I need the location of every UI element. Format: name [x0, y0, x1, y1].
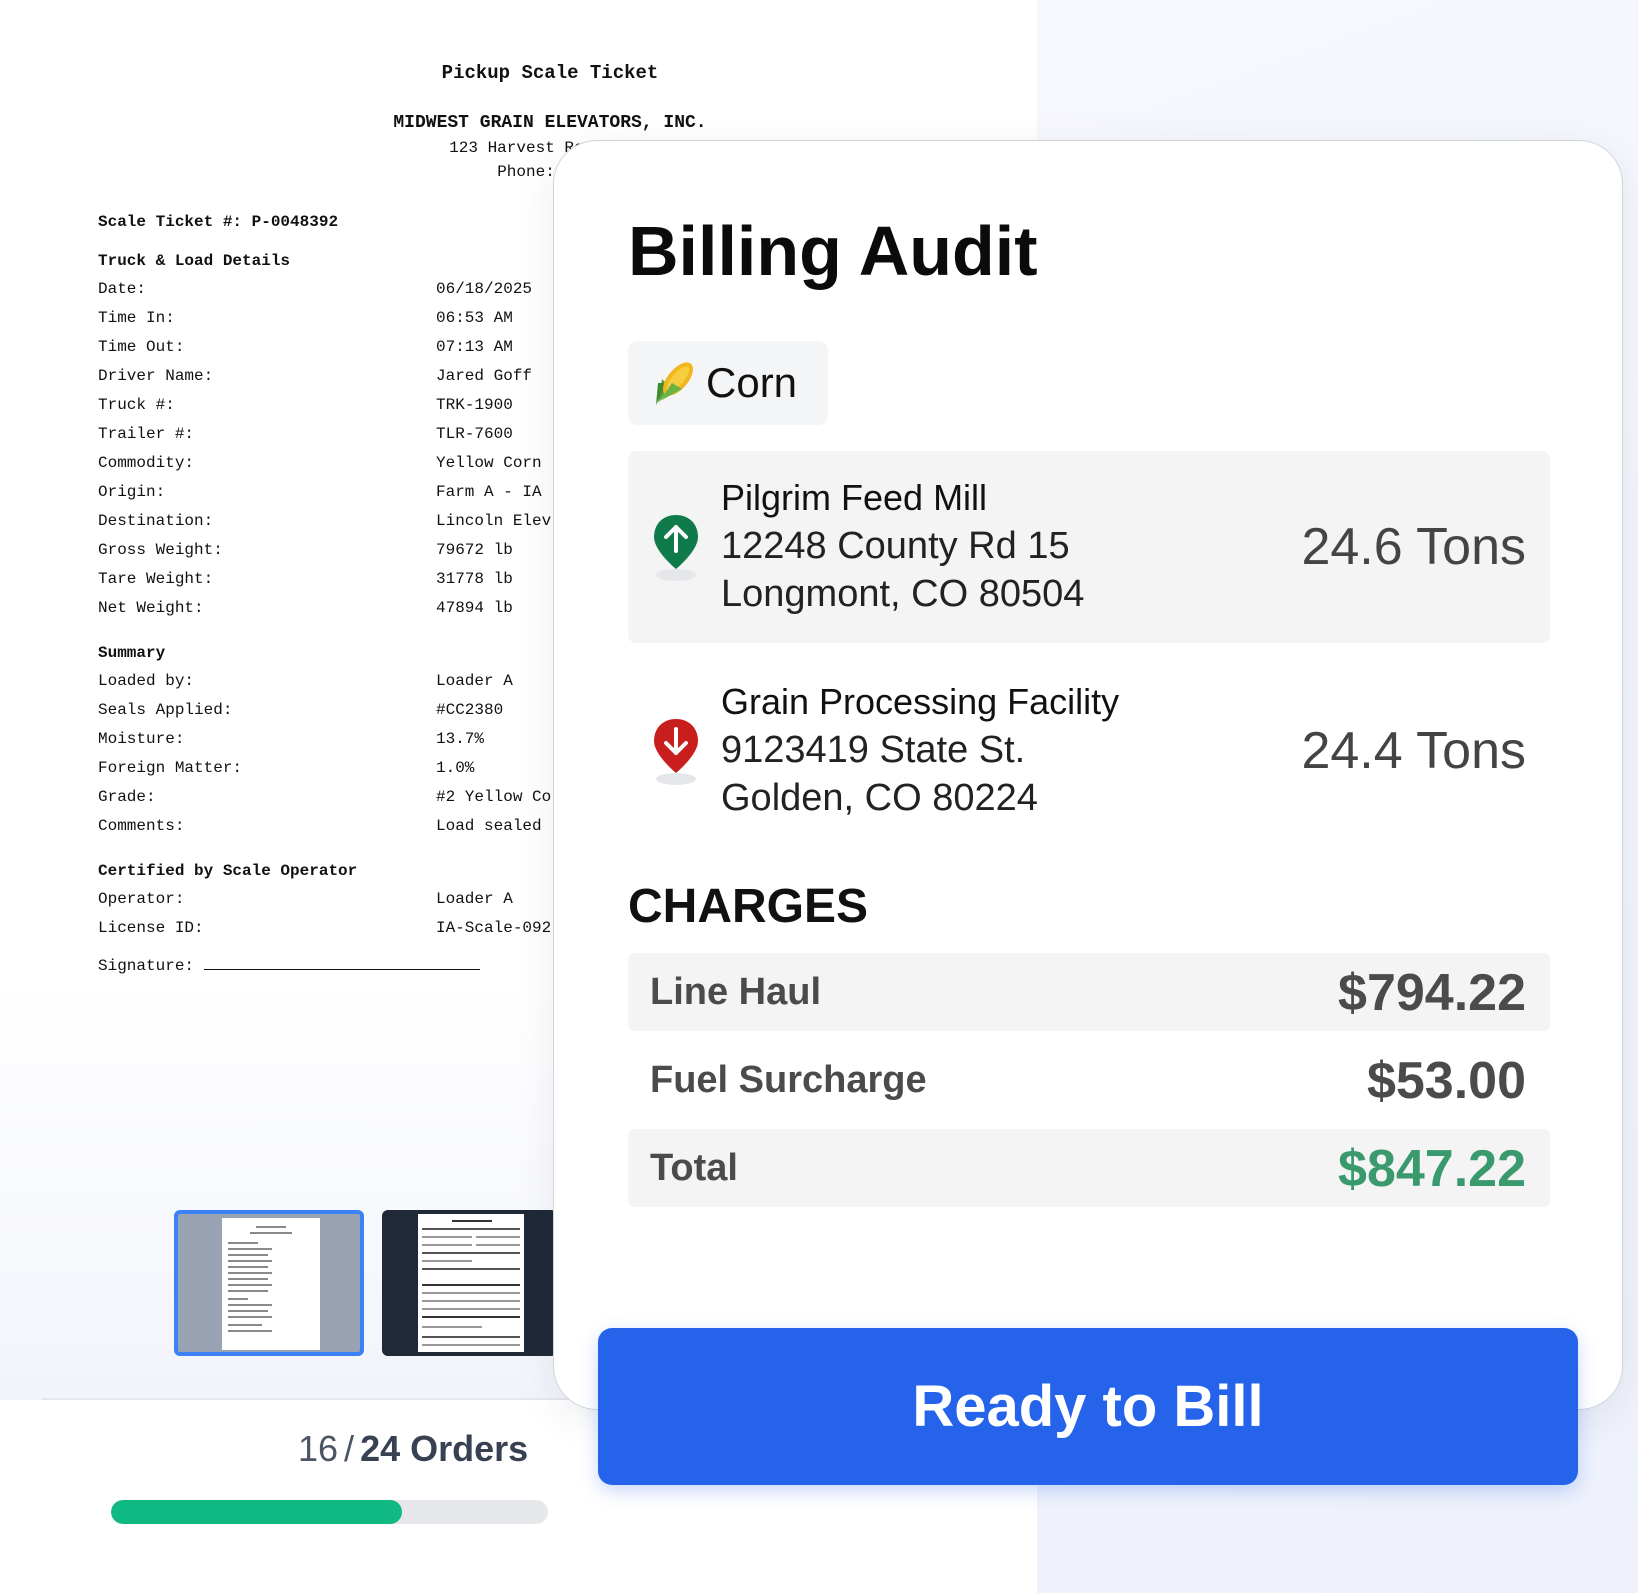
ticket-row: Comments: Load sealed	[98, 817, 542, 835]
corn-icon	[656, 362, 693, 405]
ticket-row: Destination: Lincoln Elev	[98, 512, 552, 530]
orders-progress-fill	[111, 1500, 403, 1524]
orders-progress-bar	[111, 1500, 548, 1524]
signature-line: Signature:	[98, 955, 481, 975]
charge-amount: $794.22	[1338, 964, 1526, 1022]
charge-label: Fuel Surcharge	[650, 1059, 927, 1101]
ticket-company: MIDWEST GRAIN ELEVATORS, INC.	[393, 113, 707, 133]
dropoff-city: Golden, CO 80224	[721, 777, 1038, 819]
ticket-row: Trailer #: TLR-7600	[98, 425, 513, 443]
ticket-row: Date: 06/18/2025	[98, 280, 533, 298]
billing-audit-title: Billing Audit	[628, 212, 1038, 290]
pickup-city: Longmont, CO 80504	[721, 573, 1085, 615]
ticket-row: Origin: Farm A - IA	[98, 483, 542, 501]
summary-heading: Summary	[98, 644, 166, 662]
certified-heading: Certified by Scale Operator	[98, 862, 358, 880]
dropoff-tons: 24.4 Tons	[1301, 722, 1526, 780]
document-thumbnail-bill-of-lading[interactable]	[382, 1210, 557, 1356]
ticket-row: Time Out: 07:13 AM	[98, 338, 513, 356]
pickup-pin-icon	[654, 515, 698, 581]
pickup-tons: 24.6 Tons	[1301, 518, 1526, 576]
ticket-row: Grade: #2 Yellow Co	[98, 788, 552, 806]
ticket-row: Moisture: 13.7%	[98, 730, 485, 748]
ready-to-bill-button[interactable]: Ready to Bill	[598, 1328, 1578, 1485]
charge-label: Line Haul	[650, 971, 822, 1013]
ticket-row: Tare Weight: 31778 lb	[98, 570, 513, 588]
ticket-row: Foreign Matter: 1.0%	[98, 759, 475, 777]
dropoff-pin-icon	[654, 719, 698, 785]
ticket-row: Loaded by: Loader A	[98, 672, 513, 690]
commodity-chip: Corn	[628, 341, 828, 425]
total-amount: $847.22	[1338, 1140, 1526, 1198]
ticket-row: Gross Weight: 79672 lb	[98, 541, 513, 559]
charge-row-total: Total $847.22	[628, 1129, 1550, 1207]
pickup-stop: Pilgrim Feed Mill 12248 County Rd 15 Lon…	[628, 451, 1550, 643]
dropoff-stop: Grain Processing Facility 9123419 State …	[628, 655, 1550, 847]
commodity-name: Corn	[706, 359, 798, 406]
pickup-facility: Pilgrim Feed Mill	[721, 477, 988, 518]
charges-title: CHARGES	[628, 880, 869, 933]
orders-counter: 16/24 Orders	[298, 1428, 529, 1469]
charge-row-fuel-surcharge: Fuel Surcharge $53.00	[628, 1041, 1550, 1119]
document-thumbnail-scale-ticket[interactable]	[174, 1210, 364, 1356]
dropoff-street: 9123419 State St.	[721, 729, 1026, 771]
charge-amount: $53.00	[1366, 1052, 1526, 1110]
truck-details-heading: Truck & Load Details	[98, 252, 291, 270]
total-label: Total	[650, 1147, 738, 1189]
ticket-row: Seals Applied: #CC2380	[98, 701, 504, 719]
ticket-number: Scale Ticket #: P-0048392	[98, 213, 339, 231]
ticket-title: Pickup Scale Ticket	[441, 62, 659, 84]
ticket-row: License ID: IA-Scale-092	[98, 919, 552, 937]
ticket-row: Truck #: TRK-1900	[98, 396, 513, 414]
pickup-street: 12248 County Rd 15	[721, 525, 1070, 567]
dropoff-facility: Grain Processing Facility	[721, 681, 1120, 722]
ticket-row: Time In: 06:53 AM	[98, 309, 513, 327]
ticket-row: Commodity: Yellow Corn	[98, 454, 542, 472]
charge-row-line-haul: Line Haul $794.22	[628, 953, 1550, 1031]
ticket-row: Driver Name: Jared Goff	[98, 367, 533, 385]
ticket-row: Net Weight: 47894 lb	[98, 599, 513, 617]
ticket-row: Operator: Loader A	[98, 890, 513, 908]
billing-audit-card: Billing Audit Corn Pilgrim Feed Mill 122…	[553, 140, 1623, 1410]
